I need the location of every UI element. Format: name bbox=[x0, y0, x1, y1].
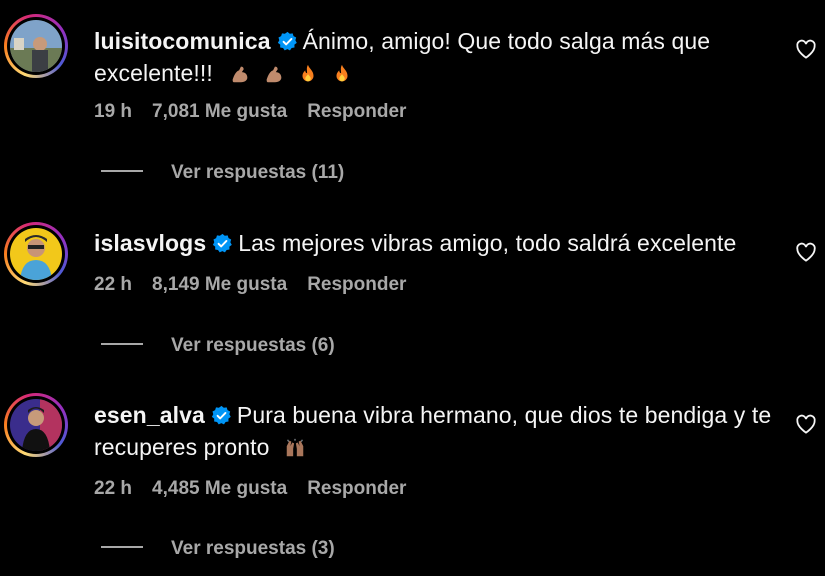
comment-likes[interactable]: 4,485 Me gusta bbox=[152, 478, 287, 499]
reply-button[interactable]: Responder bbox=[307, 478, 406, 499]
view-replies-button[interactable]: Ver respuestas (3) bbox=[101, 538, 335, 560]
fire-emoji bbox=[302, 64, 314, 82]
view-replies-button[interactable]: Ver respuestas (6) bbox=[101, 335, 335, 357]
comment-time[interactable]: 19 h bbox=[94, 101, 132, 122]
emoji-row bbox=[284, 434, 318, 460]
comment-likes[interactable]: 8,149 Me gusta bbox=[152, 274, 287, 295]
comment-text: Las mejores vibras amigo, todo saldrá ex… bbox=[238, 230, 737, 256]
comment-username[interactable]: islasvlogs bbox=[94, 230, 206, 256]
avatar[interactable] bbox=[4, 222, 68, 286]
flexed-biceps-emoji bbox=[266, 66, 282, 83]
heart-outline-icon[interactable] bbox=[795, 39, 817, 59]
verified-badge-icon bbox=[213, 233, 233, 253]
view-replies-button[interactable]: Ver respuestas (11) bbox=[101, 162, 344, 184]
replies-divider bbox=[101, 546, 143, 548]
reply-button[interactable]: Responder bbox=[307, 101, 406, 122]
heart-outline-icon[interactable] bbox=[795, 242, 817, 262]
reply-button[interactable]: Responder bbox=[307, 274, 406, 295]
fire-emoji bbox=[336, 64, 348, 82]
view-replies-label[interactable]: Ver respuestas (6) bbox=[171, 335, 335, 356]
view-replies-label[interactable]: Ver respuestas (3) bbox=[171, 538, 335, 559]
replies-divider bbox=[101, 170, 143, 172]
verified-badge-icon bbox=[277, 31, 297, 51]
avatar[interactable] bbox=[4, 14, 68, 78]
view-replies-label[interactable]: Ver respuestas (11) bbox=[171, 162, 344, 183]
heart-outline-icon[interactable] bbox=[795, 414, 817, 434]
comment-time[interactable]: 22 h bbox=[94, 274, 132, 295]
emoji-row bbox=[229, 60, 365, 86]
raising-hands-emoji bbox=[286, 438, 304, 457]
comment-username[interactable]: esen_alva bbox=[94, 402, 205, 428]
replies-divider bbox=[101, 343, 143, 345]
verified-badge-icon bbox=[211, 405, 231, 425]
comment-username[interactable]: luisitocomunica bbox=[94, 28, 271, 54]
flexed-biceps-emoji bbox=[232, 66, 248, 83]
comment-time[interactable]: 22 h bbox=[94, 478, 132, 499]
avatar[interactable] bbox=[4, 393, 68, 457]
comment-likes[interactable]: 7,081 Me gusta bbox=[152, 101, 287, 122]
